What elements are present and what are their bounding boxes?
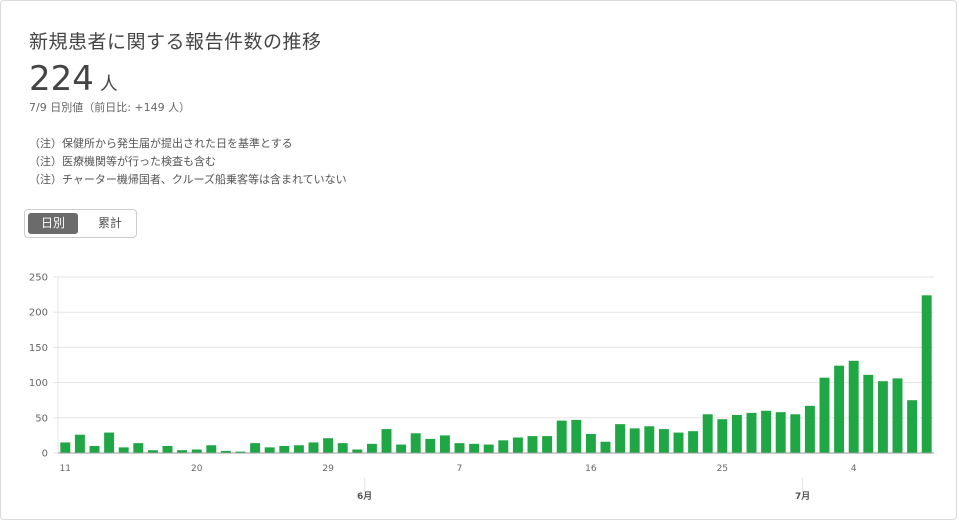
bar — [907, 400, 918, 453]
bar — [761, 410, 772, 453]
bar — [498, 440, 509, 453]
bar-chart: 0 50 100 150 200 250 11 20 29 7 16 25 4 6月 7月 — [29, 273, 934, 500]
bar — [366, 443, 377, 453]
x-tick-label: 11 — [60, 464, 71, 474]
bar — [688, 431, 699, 453]
x-tick-label: 25 — [717, 464, 728, 474]
y-tick-label: 200 — [29, 308, 48, 319]
bar — [308, 442, 319, 453]
bar — [746, 412, 757, 453]
bar — [877, 381, 888, 453]
bar — [162, 445, 173, 453]
bar — [892, 378, 903, 453]
bar — [571, 419, 582, 453]
bar — [702, 414, 713, 453]
bar — [731, 414, 742, 453]
bar — [600, 441, 611, 453]
x-tick-label: 4 — [851, 464, 857, 474]
bar — [89, 445, 100, 453]
bar — [834, 365, 845, 453]
bar — [133, 443, 144, 453]
bar — [644, 426, 655, 453]
bar — [585, 433, 596, 453]
bar — [439, 435, 450, 453]
month-label: 7月 — [795, 491, 810, 500]
bar — [848, 360, 859, 453]
bar — [615, 424, 626, 453]
bar — [527, 436, 538, 453]
bar — [819, 377, 830, 453]
bar — [512, 437, 523, 453]
y-tick-label: 250 — [29, 273, 48, 284]
bar — [863, 374, 874, 453]
bar — [454, 443, 465, 453]
bar — [191, 449, 202, 453]
y-tick-label: 50 — [35, 413, 48, 424]
bar — [673, 432, 684, 453]
bar — [352, 449, 363, 453]
bar — [658, 429, 669, 453]
x-tick-label: 20 — [191, 464, 203, 474]
bar — [921, 295, 932, 453]
bar — [293, 445, 304, 453]
bar — [381, 429, 392, 453]
bar — [790, 414, 801, 453]
y-tick-label: 150 — [29, 343, 48, 354]
bar — [717, 419, 728, 453]
y-tick-label: 100 — [29, 378, 48, 389]
bar — [396, 444, 407, 453]
bar — [250, 443, 261, 453]
bar — [483, 444, 494, 453]
bar — [264, 447, 275, 453]
bar — [279, 445, 290, 453]
bar — [410, 433, 421, 453]
bar — [323, 438, 334, 453]
bar — [337, 443, 348, 453]
bar — [74, 434, 85, 453]
bar — [556, 420, 567, 453]
bar — [629, 428, 640, 453]
bar — [775, 412, 786, 453]
bar — [425, 438, 436, 453]
x-tick-label: 29 — [322, 464, 334, 474]
bar — [60, 442, 71, 453]
y-tick-label: 0 — [42, 449, 48, 460]
bar — [469, 443, 480, 453]
bar — [542, 436, 553, 453]
month-label: 6月 — [357, 491, 372, 500]
x-tick-label: 7 — [457, 464, 463, 474]
x-tick-label: 16 — [585, 464, 597, 474]
bar — [206, 445, 217, 453]
bar — [804, 405, 815, 453]
bar — [104, 432, 115, 453]
bar — [118, 447, 129, 453]
